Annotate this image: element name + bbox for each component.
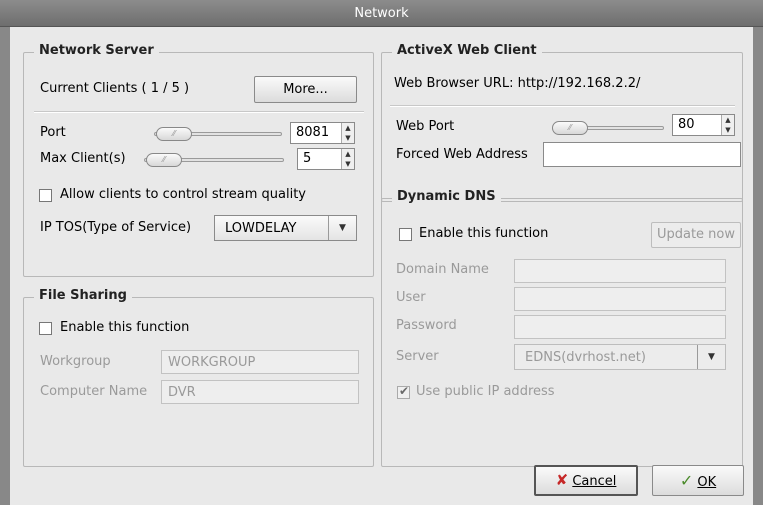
user-label: User [396, 290, 426, 305]
web-port-value: 80 [678, 117, 695, 132]
port-value: 8081 [296, 125, 330, 140]
port-slider[interactable]: ⁄⁄ [154, 127, 282, 141]
current-clients-label: Current Clients ( 1 / 5 ) [40, 81, 190, 96]
public-ip-checkbox[interactable]: ✔ [397, 384, 410, 399]
password-field[interactable] [514, 315, 726, 339]
network-dialog: Network Network Server Current Clients (… [0, 0, 763, 505]
slider-thumb[interactable]: ⁄⁄ [146, 153, 182, 167]
file-sharing-enable-label: Enable this function [60, 320, 190, 335]
window-title: Network [0, 0, 763, 27]
domain-name-field[interactable] [514, 259, 726, 283]
dynamic-dns-group: Dynamic DNS Enable this function Update … [381, 189, 743, 467]
computer-name-label: Computer Name [40, 384, 148, 399]
file-sharing-group: File Sharing Enable this function Workgr… [23, 288, 374, 467]
ip-tos-select[interactable]: LOWDELAY ▼ [214, 215, 357, 241]
public-ip-label: Use public IP address [416, 384, 555, 399]
spin-arrows[interactable]: ▲ ▼ [341, 149, 354, 169]
spin-arrows[interactable]: ▲ ▼ [721, 115, 734, 135]
ddns-enable-checkbox[interactable] [399, 228, 412, 241]
workgroup-label: Workgroup [40, 354, 111, 369]
computer-name-field[interactable]: DVR [161, 380, 359, 404]
domain-name-label: Domain Name [396, 262, 489, 277]
web-port-label: Web Port [396, 119, 455, 134]
forced-address-label: Forced Web Address [396, 147, 528, 162]
slider-thumb[interactable]: ⁄⁄ [552, 121, 588, 135]
network-server-title: Network Server [34, 43, 159, 58]
allow-quality-label: Allow clients to control stream quality [60, 187, 306, 202]
max-clients-value: 5 [303, 151, 312, 166]
forced-address-field[interactable] [543, 142, 741, 167]
activex-title: ActiveX Web Client [392, 43, 542, 58]
computer-name-value: DVR [168, 385, 196, 400]
workgroup-value: WORKGROUP [168, 355, 256, 370]
spin-up-icon[interactable]: ▲ [342, 123, 354, 133]
server-select[interactable]: EDNS(dvrhost.net) ▼ [514, 344, 726, 370]
server-label: Server [396, 349, 439, 364]
slider-thumb[interactable]: ⁄⁄ [156, 127, 192, 141]
ddns-enable-label: Enable this function [419, 226, 549, 241]
web-port-spinbox[interactable]: 80 ▲ ▼ [672, 114, 735, 136]
web-url-text: Web Browser URL: http://192.168.2.2/ [394, 76, 641, 91]
ip-tos-value: LOWDELAY [225, 221, 297, 236]
check-icon: ✔ [399, 384, 410, 398]
window-frame-right [753, 27, 763, 505]
separator [34, 111, 364, 113]
server-value: EDNS(dvrhost.net) [525, 350, 646, 365]
spin-down-icon[interactable]: ▼ [342, 133, 354, 143]
spin-up-icon[interactable]: ▲ [342, 149, 354, 159]
cancel-button[interactable]: ✘ Cancel [534, 465, 638, 496]
chevron-down-icon[interactable]: ▼ [328, 216, 356, 240]
max-clients-slider[interactable]: ⁄⁄ [144, 153, 284, 167]
password-label: Password [396, 318, 457, 333]
separator [390, 105, 735, 107]
file-sharing-title: File Sharing [34, 288, 132, 303]
chevron-down-icon[interactable]: ▼ [697, 345, 725, 369]
cancel-icon: ✘ [555, 471, 569, 489]
ok-button[interactable]: ✓ OK [652, 465, 744, 496]
ok-label: OK [697, 475, 717, 490]
update-now-button[interactable]: Update now [651, 222, 741, 248]
network-server-group: Network Server Current Clients ( 1 / 5 )… [23, 43, 374, 277]
more-button[interactable]: More... [254, 76, 357, 103]
port-label: Port [40, 125, 66, 140]
port-spinbox[interactable]: 8081 ▲ ▼ [290, 122, 355, 144]
cancel-label: Cancel [572, 474, 617, 489]
spin-arrows[interactable]: ▲ ▼ [341, 123, 354, 143]
activex-group: ActiveX Web Client Web Browser URL: http… [381, 43, 743, 202]
spin-down-icon[interactable]: ▼ [722, 125, 734, 135]
max-clients-label: Max Client(s) [40, 151, 126, 166]
user-field[interactable] [514, 287, 726, 311]
max-clients-spinbox[interactable]: 5 ▲ ▼ [297, 148, 355, 170]
spin-up-icon[interactable]: ▲ [722, 115, 734, 125]
ok-icon: ✓ [679, 471, 694, 490]
window-frame-left [0, 27, 10, 505]
dynamic-dns-title: Dynamic DNS [392, 189, 501, 204]
allow-quality-checkbox[interactable] [39, 189, 52, 202]
file-sharing-enable-checkbox[interactable] [39, 322, 52, 335]
ip-tos-label: IP TOS(Type of Service) [40, 220, 192, 235]
dialog-body: Network Server Current Clients ( 1 / 5 )… [10, 27, 753, 505]
spin-down-icon[interactable]: ▼ [342, 159, 354, 169]
web-port-slider[interactable]: ⁄⁄ [552, 121, 664, 135]
workgroup-field[interactable]: WORKGROUP [161, 350, 359, 374]
